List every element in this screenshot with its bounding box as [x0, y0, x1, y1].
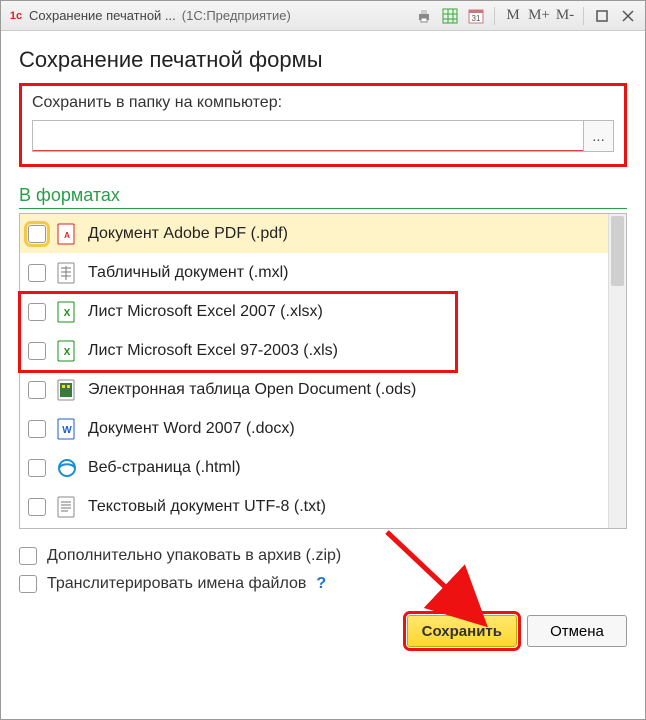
page-title: Сохранение печатной формы: [19, 47, 627, 73]
svg-text:31: 31: [472, 14, 481, 23]
format-row[interactable]: Веб-страница (.html): [20, 448, 608, 487]
window-subtitle: (1С:Предприятие): [182, 8, 291, 23]
path-field-row: ...: [32, 120, 614, 152]
format-label: Веб-страница (.html): [88, 459, 600, 477]
format-row[interactable]: Табличный документ (.mxl): [20, 253, 608, 292]
path-input[interactable]: [33, 121, 583, 151]
mxl-icon: [56, 262, 78, 284]
footer: Сохранить Отмена: [19, 615, 627, 647]
format-checkbox[interactable]: [28, 381, 46, 399]
separator: [583, 7, 584, 25]
close-icon[interactable]: [617, 5, 639, 27]
svg-text:W: W: [62, 425, 72, 436]
content-area: Сохранение печатной формы Сохранить в па…: [1, 31, 645, 719]
svg-text:X: X: [64, 347, 71, 358]
svg-text:X: X: [64, 308, 71, 319]
m-button[interactable]: M: [502, 5, 524, 27]
formats-list: A Документ Adobe PDF (.pdf) Табличный доку…: [20, 214, 608, 528]
format-row[interactable]: A Документ Adobe PDF (.pdf): [20, 214, 608, 253]
save-button[interactable]: Сохранить: [407, 615, 517, 647]
format-checkbox[interactable]: [28, 420, 46, 438]
format-checkbox[interactable]: [28, 303, 46, 321]
scrollbar[interactable]: [608, 214, 626, 528]
cancel-button[interactable]: Отмена: [527, 615, 627, 647]
format-label: Документ Adobe PDF (.pdf): [88, 225, 600, 243]
format-row[interactable]: Электронная таблица Open Document (.ods): [20, 370, 608, 409]
folder-label: Сохранить в папку на компьютер:: [32, 94, 614, 112]
help-icon[interactable]: ?: [316, 575, 326, 593]
m-plus-button[interactable]: M+: [528, 5, 550, 27]
option-translit: Транслитерировать имена файлов ?: [19, 575, 627, 593]
format-label: Электронная таблица Open Document (.ods): [88, 381, 600, 399]
app-icon: 1c: [7, 7, 25, 25]
option-zip: Дополнительно упаковать в архив (.zip): [19, 547, 627, 565]
calendar-icon[interactable]: 31: [465, 5, 487, 27]
titlebar: 1c Сохранение печатной ... (1С:Предприят…: [1, 1, 645, 31]
translit-label: Транслитерировать имена файлов: [47, 575, 306, 593]
format-checkbox[interactable]: [28, 459, 46, 477]
format-checkbox[interactable]: [28, 342, 46, 360]
pdf-icon: A: [56, 223, 78, 245]
ods-icon: [56, 379, 78, 401]
html-icon: [56, 457, 78, 479]
dialog-window: 1c Сохранение печатной ... (1С:Предприят…: [0, 0, 646, 720]
format-label: Лист Microsoft Excel 2007 (.xlsx): [88, 303, 600, 321]
svg-text:A: A: [64, 231, 70, 240]
folder-section: Сохранить в папку на компьютер: ...: [19, 83, 627, 167]
grid-icon[interactable]: [439, 5, 461, 27]
format-label: Табличный документ (.mxl): [88, 264, 600, 282]
formats-heading: В форматах: [19, 185, 627, 209]
formats-list-container: A Документ Adobe PDF (.pdf) Табличный доку…: [19, 213, 627, 529]
window-title: Сохранение печатной ...: [29, 8, 176, 23]
format-row[interactable]: W Документ Word 2007 (.docx): [20, 409, 608, 448]
maximize-icon[interactable]: [591, 5, 613, 27]
print-icon[interactable]: [413, 5, 435, 27]
format-row[interactable]: X Лист Microsoft Excel 97-2003 (.xls): [20, 331, 608, 370]
m-minus-button[interactable]: M-: [554, 5, 576, 27]
format-checkbox[interactable]: [28, 498, 46, 516]
xls-icon: X: [56, 301, 78, 323]
zip-checkbox[interactable]: [19, 547, 37, 565]
format-label: Документ Word 2007 (.docx): [88, 420, 600, 438]
format-checkbox[interactable]: [28, 225, 46, 243]
scrollbar-thumb[interactable]: [611, 216, 624, 286]
zip-label: Дополнительно упаковать в архив (.zip): [47, 547, 341, 565]
doc-icon: W: [56, 418, 78, 440]
format-checkbox[interactable]: [28, 264, 46, 282]
format-row[interactable]: X Лист Microsoft Excel 2007 (.xlsx): [20, 292, 608, 331]
format-label: Лист Microsoft Excel 97-2003 (.xls): [88, 342, 600, 360]
translit-checkbox[interactable]: [19, 575, 37, 593]
separator: [494, 7, 495, 25]
xls-icon: X: [56, 340, 78, 362]
txt-icon: [56, 496, 78, 518]
format-label: Текстовый документ UTF-8 (.txt): [88, 498, 600, 516]
browse-button[interactable]: ...: [583, 121, 613, 151]
format-row[interactable]: Текстовый документ UTF-8 (.txt): [20, 487, 608, 526]
